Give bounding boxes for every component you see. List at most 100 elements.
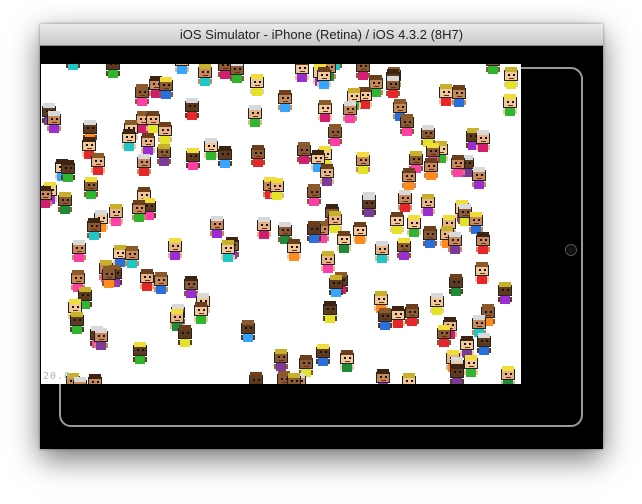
person-sprite [270,178,284,200]
person-sprite [353,222,367,244]
person-sprite [218,64,232,79]
person-sprite [274,349,288,371]
person-sprite [73,377,87,384]
person-sprite [230,64,244,83]
person-sprite [109,204,123,226]
person-sprite [198,64,212,86]
person-sprite [421,194,435,216]
person-sprite [320,164,334,186]
person-sprite [72,240,86,262]
person-sprite [70,312,84,334]
person-sprite [146,111,160,133]
simulator-screen[interactable]: 20.0 [41,64,521,384]
person-sprite [287,239,301,261]
person-sprite [356,152,370,174]
person-sprite [157,144,171,166]
person-sprite [464,355,478,377]
person-sprite [102,266,116,288]
person-sprite [476,232,490,254]
person-sprite [132,200,146,222]
person-sprite [402,168,416,190]
person-sprite [257,217,271,239]
person-sprite [287,373,301,384]
person-sprite [378,308,392,330]
person-sprite [340,350,354,372]
person-sprite [66,64,80,70]
person-sprite [184,276,198,298]
person-sprite [154,272,168,294]
person-sprite [168,238,182,260]
window-title-bar[interactable]: iOS Simulator - iPhone (Retina) / iOS 4.… [40,24,603,46]
person-sprite [178,325,192,347]
person-sprite [185,98,199,120]
person-sprite [503,94,517,116]
person-sprite [84,177,98,199]
person-sprite [439,84,453,106]
person-sprite [475,262,489,284]
person-sprite [210,216,224,238]
person-sprite [386,76,400,98]
person-sprite [250,74,264,96]
person-sprite [194,302,208,324]
person-sprite [94,328,108,350]
person-sprite [430,293,444,315]
person-sprite [477,333,491,355]
fps-counter: 20.0 [43,371,72,382]
person-sprite [362,195,376,217]
person-sprite [141,133,155,155]
person-sprite [295,64,309,82]
home-button[interactable] [565,244,577,256]
person-sprite [437,325,451,347]
person-sprite [58,192,72,214]
person-sprite [376,369,390,384]
person-sprite [307,184,321,206]
person-sprite [87,218,101,240]
person-sprite [249,372,263,384]
person-sprite [113,245,127,267]
person-sprite [88,374,102,384]
person-sprite [451,155,465,177]
person-sprite [397,238,411,260]
person-sprite [137,154,151,176]
person-sprite [106,64,120,78]
person-sprite [501,366,515,384]
person-sprite [61,160,75,182]
person-sprite [297,142,311,164]
person-sprite [175,64,189,74]
person-sprite [504,67,518,89]
person-sprite [343,101,357,123]
person-sprite [316,344,330,366]
person-sprite [449,274,463,296]
person-sprite [469,212,483,234]
person-sprite [407,215,421,237]
person-sprite [498,282,512,304]
person-sprite [41,186,52,208]
person-sprite [321,251,335,273]
person-sprite [241,320,255,342]
person-sprite [402,373,416,384]
person-sprite [159,77,173,99]
person-sprite [122,129,136,151]
person-sprite [125,246,139,268]
person-sprite [91,153,105,175]
person-sprite [318,100,332,122]
person-sprite [323,301,337,323]
person-sprite [391,306,405,328]
person-sprite [400,114,414,136]
person-sprite [135,84,149,106]
person-sprite [218,146,232,168]
person-sprite [452,85,466,107]
person-sprite [133,342,147,364]
person-sprite [186,148,200,170]
person-sprite [486,64,500,74]
person-sprite [476,130,490,152]
person-sprite [448,232,462,254]
person-sprite [158,122,172,144]
person-sprite [472,167,486,189]
person-sprite [390,212,404,234]
sprite-crowd [41,64,518,384]
person-sprite [204,138,218,160]
person-sprite [337,231,351,253]
window-title: iOS Simulator - iPhone (Retina) / iOS 4.… [179,27,464,42]
person-sprite [251,145,265,167]
